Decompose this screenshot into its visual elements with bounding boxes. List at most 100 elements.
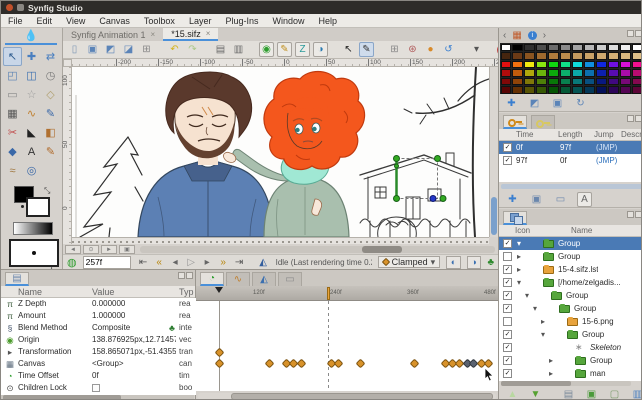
draw-tool[interactable]: ✎ <box>41 104 60 123</box>
layer-visibility-checkbox[interactable]: ✓ <box>503 304 512 313</box>
keyframes-scrollbar[interactable] <box>501 184 641 189</box>
palette-swatch[interactable] <box>536 60 548 68</box>
tree-icon[interactable]: ♣ <box>169 322 175 334</box>
palette-swatch[interactable] <box>595 43 607 51</box>
layer-row[interactable]: ✓ ▾ Group <box>499 328 641 341</box>
layer-visibility-checkbox[interactable]: ✓ <box>503 278 512 287</box>
prev-frame-button[interactable]: ◂ <box>169 257 182 268</box>
palette-swatch[interactable] <box>536 77 548 85</box>
layer-row[interactable]: ▸ 15-6.png <box>499 315 641 328</box>
layer-visibility-checkbox[interactable]: ✓ <box>503 330 512 339</box>
panel-control-button[interactable] <box>635 30 641 37</box>
param-row[interactable]: ◉ Origin 138.876925px,12.714575 vec <box>1 334 196 346</box>
palette-swatch[interactable] <box>583 43 595 51</box>
preview-button[interactable]: ✎ <box>277 42 292 57</box>
keyframe-description-button[interactable]: A <box>577 191 592 207</box>
palette-swatch[interactable] <box>631 43 641 51</box>
palette-swatch[interactable] <box>500 77 512 85</box>
group-layer-button[interactable]: ▥ <box>231 42 246 57</box>
new-composition-button[interactable]: ▯ <box>67 42 82 57</box>
params-scrollbar[interactable] <box>1 395 194 399</box>
palette-swatch[interactable] <box>512 69 524 77</box>
menu-edit[interactable]: Edit <box>30 14 60 28</box>
panel-control-button[interactable] <box>186 272 193 279</box>
palette-swatch[interactable] <box>572 60 583 68</box>
col-name[interactable]: Name <box>18 287 42 297</box>
mirror-tool[interactable]: ⇄ <box>41 47 60 66</box>
time-cursor-marker[interactable] <box>327 287 330 300</box>
param-value[interactable]: 0.000000 <box>92 298 176 310</box>
interpolation-dropdown[interactable]: Clamped ▾ <box>377 256 441 268</box>
new-group-button[interactable]: ▣ <box>584 387 599 400</box>
layer-name[interactable]: Group <box>558 250 580 263</box>
layer-visibility-checkbox[interactable]: ✓ <box>503 369 512 378</box>
tab-history[interactable] <box>531 115 555 129</box>
brush-tool[interactable]: ◣ <box>22 123 41 142</box>
menu-plugins[interactable]: Plug-Ins <box>218 14 265 28</box>
param-checkbox[interactable] <box>92 383 100 392</box>
palette-swatch[interactable] <box>631 52 641 60</box>
tab-children[interactable]: ◭ <box>252 272 276 286</box>
waypoint[interactable] <box>333 358 343 368</box>
palette-swatch[interactable] <box>631 77 641 85</box>
palette-swatch[interactable] <box>583 60 595 68</box>
keyframe-row[interactable]: ✓ 97f 0f (JMP) <box>499 154 641 167</box>
palette-swatch[interactable] <box>572 69 583 77</box>
layer-expander[interactable]: ▸ <box>549 367 553 380</box>
mask-toggle-button[interactable]: ◑ <box>313 42 328 57</box>
new-layer-button[interactable]: ▢ <box>607 387 622 400</box>
col-jump[interactable]: Jump <box>594 130 614 139</box>
palette-swatch[interactable] <box>512 52 524 60</box>
palette-swatch[interactable] <box>548 60 560 68</box>
palette-swatch[interactable] <box>607 60 619 68</box>
layer-expander[interactable]: ▸ <box>517 250 521 263</box>
tab-library[interactable]: ▭ <box>278 272 302 286</box>
past-onion-skin-button[interactable]: ◐ <box>446 255 461 269</box>
refresh-palette-button[interactable]: ↻ <box>573 96 588 111</box>
param-row[interactable]: ⊙ Children Lock boo <box>1 382 196 394</box>
param-row[interactable]: ▦ Canvas <Group> can <box>1 358 196 370</box>
palette-swatch[interactable] <box>524 43 536 51</box>
palette-swatch[interactable] <box>619 69 631 77</box>
col-value[interactable]: Value <box>92 287 114 297</box>
menu-toolbox[interactable]: Toolbox <box>137 14 182 28</box>
play-button[interactable]: ▷ <box>185 257 198 268</box>
palette-swatch[interactable] <box>619 77 631 85</box>
palette-swatch[interactable] <box>524 77 536 85</box>
col-time[interactable]: Time <box>516 130 533 139</box>
ink-pen-button[interactable]: ✎ <box>359 42 374 57</box>
timetrack-area[interactable] <box>196 301 498 391</box>
param-row[interactable]: ▸ Transformation 158.865071px,-51.43554 tra… <box>1 346 196 358</box>
layer-visibility-checkbox[interactable]: ✓ <box>503 356 512 365</box>
render-button[interactable]: ◉ <box>259 42 274 57</box>
layer-row[interactable]: ✓ ▾ Group <box>499 302 641 315</box>
layer-row[interactable]: ✓ ∗ Skeleton <box>499 341 641 354</box>
palette-swatch[interactable] <box>560 77 572 85</box>
curves-toggle-button[interactable]: Z <box>295 42 310 57</box>
show-grid-button[interactable]: ⊞ <box>387 42 402 57</box>
palette-swatch[interactable] <box>524 69 536 77</box>
palette-swatch[interactable] <box>631 69 641 77</box>
menu-canvas[interactable]: Canvas <box>92 14 137 28</box>
width-tool[interactable]: ◫ <box>22 66 41 85</box>
duplicate-keyframe-button[interactable]: ▣ <box>529 192 544 207</box>
param-value[interactable]: <Group> <box>92 358 176 370</box>
rotate-tool[interactable]: ◷ <box>41 66 60 85</box>
param-row[interactable]: ◔ Time Offset 0f tim <box>1 370 196 382</box>
waypoint[interactable] <box>296 358 306 368</box>
low-res-button[interactable]: ● <box>423 42 438 57</box>
palette-swatch[interactable] <box>631 86 641 94</box>
layer-row[interactable]: ✓ ▾ Group <box>499 289 641 302</box>
palette-swatch[interactable] <box>607 69 619 77</box>
menu-window[interactable]: Window <box>265 14 311 28</box>
palette-swatch[interactable] <box>631 60 641 68</box>
palette-swatch[interactable] <box>536 43 548 51</box>
snap-grid-button[interactable]: ⊛ <box>405 42 420 57</box>
layer-expander[interactable]: ▾ <box>517 237 521 250</box>
cutout-tool[interactable]: ✂ <box>3 123 22 142</box>
palette-swatch[interactable] <box>572 77 583 85</box>
timetrack-scrollbar[interactable] <box>198 393 496 399</box>
palette-swatch[interactable] <box>595 69 607 77</box>
layer-expander[interactable]: ▸ <box>517 263 521 276</box>
col-type[interactable]: Typ <box>179 287 194 297</box>
